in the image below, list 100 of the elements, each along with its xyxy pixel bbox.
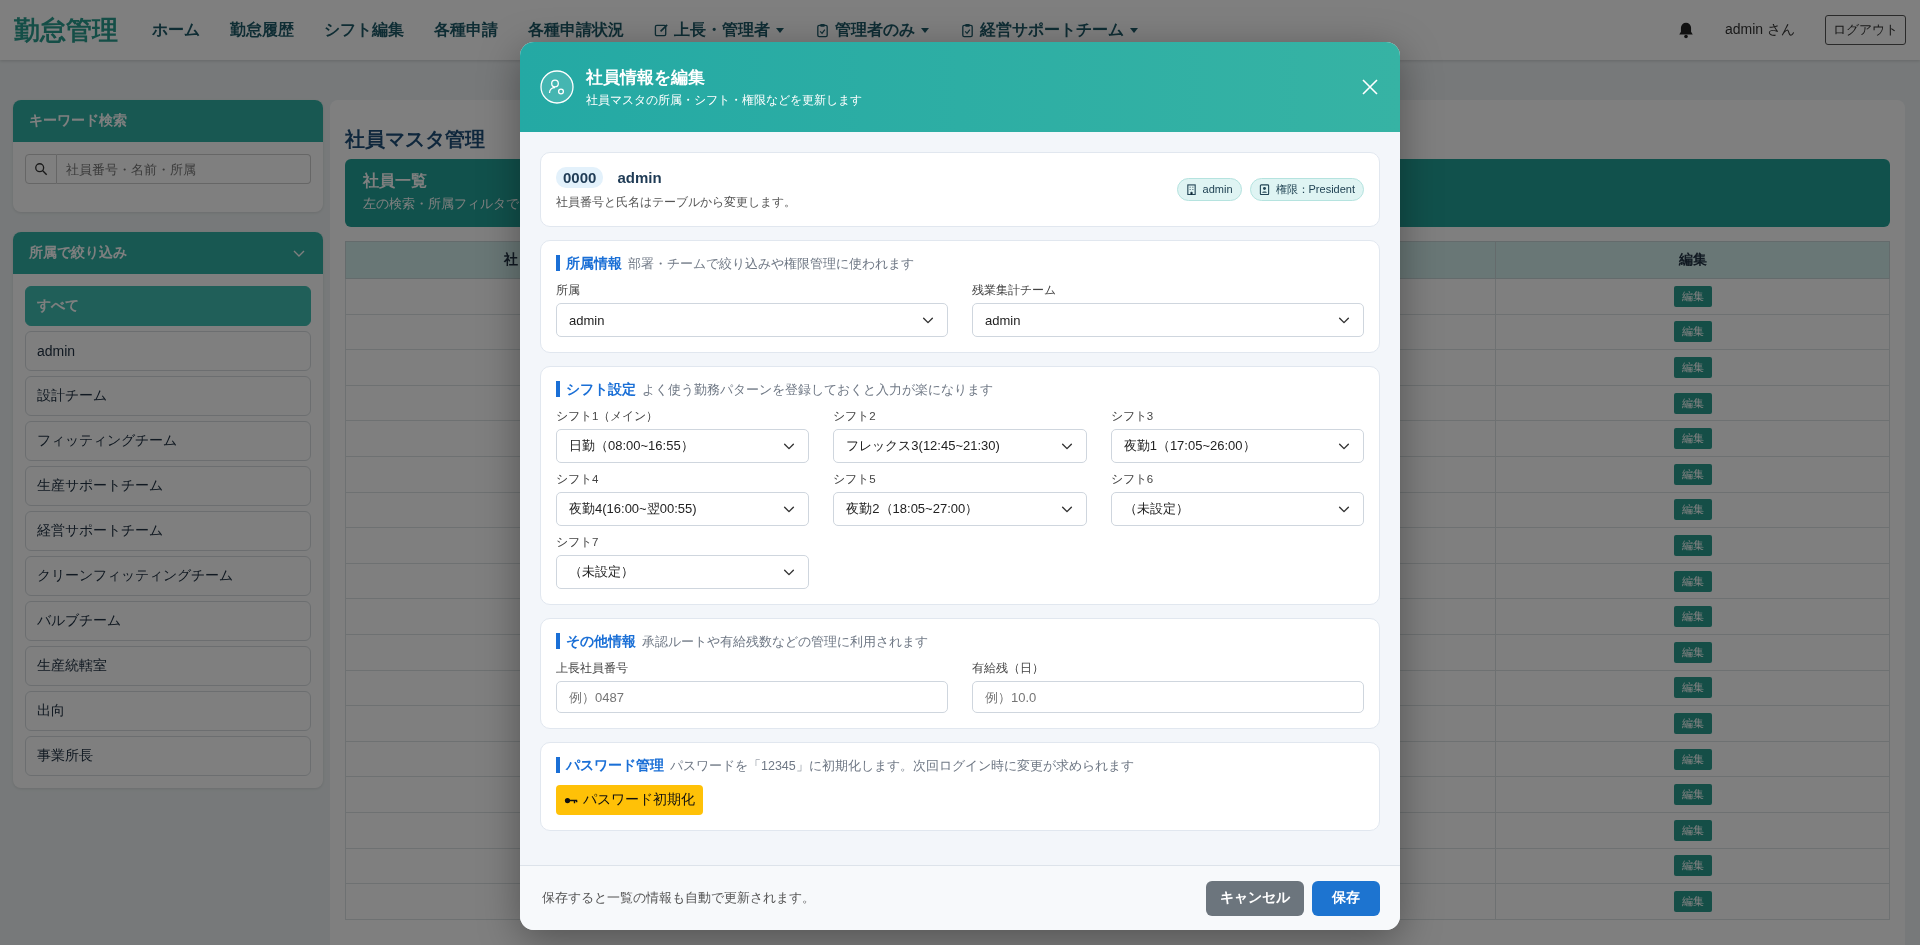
input-field[interactable]: 例）10.0	[972, 681, 1364, 713]
filter-item[interactable]: バルブチーム	[25, 601, 311, 641]
logout-button[interactable]: ログアウト	[1825, 15, 1906, 45]
filter-item[interactable]: 生産サポートチーム	[25, 466, 311, 506]
select-field[interactable]: admin	[556, 303, 948, 337]
edit-button[interactable]: 編集	[1673, 357, 1712, 378]
id-card-icon	[1258, 183, 1270, 195]
edit-button[interactable]: 編集	[1673, 392, 1712, 414]
clipboard-icon	[815, 22, 830, 38]
select-field[interactable]: 夜勤2（18:05~27:00）	[833, 492, 1087, 526]
field-label: 上長社員番号	[556, 661, 629, 676]
employee-number: 0000	[556, 167, 604, 188]
filter-item[interactable]: すべて	[25, 286, 311, 326]
nav-dropdown[interactable]: 管理者のみ	[815, 19, 930, 41]
nav-link[interactable]: ホーム	[152, 19, 200, 41]
badge-label: 権限：President	[1275, 181, 1355, 197]
nav-link[interactable]: 各種申請状況	[528, 19, 624, 41]
edit-button[interactable]: 編集	[1673, 784, 1712, 806]
user-name: admin さん	[1724, 21, 1795, 39]
nav-dropdown[interactable]: 経営サポートチーム	[960, 19, 1139, 41]
section-description: 承認ルートや有給残数などの管理に利用されます	[642, 634, 928, 651]
close-button[interactable]	[1360, 77, 1380, 97]
edit-button[interactable]: 編集	[1673, 570, 1712, 592]
select-field[interactable]: 夜勤1（17:05~26:00）	[1110, 429, 1364, 463]
nav-link[interactable]: 各種申請	[434, 19, 498, 41]
filter-item[interactable]: 生産統轄室	[25, 646, 311, 686]
edit-button[interactable]: 編集	[1673, 677, 1712, 699]
footer-note: 保存すると一覧の情報も自動で更新されます。	[542, 889, 816, 907]
reset-password-button[interactable]: パスワード初期化	[556, 785, 703, 815]
nav-link[interactable]: シフト編集	[324, 19, 404, 41]
field-label: シフト1（メイン）	[556, 409, 660, 424]
section-title: その他情報	[556, 633, 636, 649]
field-label: 有給残（日）	[972, 661, 1045, 676]
select-field[interactable]: フレックス3(12:45~21:30)	[833, 429, 1087, 463]
section-description: よく使う勤務パターンを登録しておくと入力が楽になります	[642, 382, 993, 399]
search-icon	[25, 154, 57, 184]
edit-button[interactable]: 編集	[1673, 819, 1712, 841]
edit-button[interactable]: 編集	[1673, 606, 1712, 628]
select-field[interactable]: admin	[972, 303, 1364, 337]
edit-button[interactable]: 編集	[1673, 641, 1712, 663]
section-title: 所属情報	[556, 255, 622, 271]
clipboard-icon	[960, 22, 975, 38]
banner-title: 社員一覧	[363, 171, 427, 191]
select-field[interactable]: 夜勤4(16:00~翌00:55)	[556, 492, 810, 526]
edit-button[interactable]: 編集	[1673, 428, 1712, 450]
edit-button[interactable]: 編集	[1673, 890, 1712, 912]
edit-button[interactable]: 編集	[1673, 855, 1712, 877]
bell-icon[interactable]	[1676, 21, 1695, 39]
edit-button[interactable]: 編集	[1673, 321, 1712, 343]
edit-button[interactable]: 編集	[1673, 534, 1712, 556]
filter-item[interactable]: フィッティングチーム	[25, 421, 311, 461]
modal-subtitle: 社員マスタの所属・シフト・権限などを更新します	[586, 93, 863, 108]
filter-item[interactable]: 経営サポートチーム	[25, 511, 311, 551]
app-logo[interactable]: 勤怠管理	[14, 12, 118, 48]
filter-item[interactable]: 設計チーム	[25, 376, 311, 416]
field-label: 残業集計チーム	[972, 283, 1057, 298]
panel-header: キーワード検索	[13, 100, 323, 142]
save-button[interactable]: 保存	[1312, 880, 1380, 916]
key-icon	[564, 795, 578, 805]
field-label: シフト2	[833, 409, 877, 424]
caret-icon	[1129, 25, 1139, 35]
edit-button[interactable]: 編集	[1673, 499, 1712, 521]
panel-header[interactable]: 所属で絞り込み	[13, 232, 323, 274]
edit-button[interactable]: 編集	[1673, 712, 1712, 734]
cancel-button[interactable]: キャンセル	[1206, 880, 1304, 916]
section-description: パスワードを「12345」に初期化します。次回ログイン時に変更が求められます	[670, 758, 1134, 775]
page-title: 社員マスタ管理	[345, 127, 486, 152]
section-title: パスワード管理	[556, 757, 664, 773]
filter-item[interactable]: 事業所長	[25, 736, 311, 776]
search-field[interactable]: 社員番号・名前・所属	[57, 154, 311, 184]
edit-button[interactable]: 編集	[1673, 748, 1712, 770]
input-field[interactable]: 例）0487	[556, 681, 948, 713]
nav-dropdown[interactable]: 上長・管理者	[654, 19, 785, 41]
select-field[interactable]: 日勤（08:00~16:55）	[556, 429, 810, 463]
nav-link[interactable]: 勤怠履歴	[230, 19, 294, 41]
edit-button[interactable]: 編集	[1673, 463, 1712, 485]
filter-item[interactable]: 出向	[25, 691, 311, 731]
banner-subtitle: 左の検索・所属フィルタで	[363, 195, 519, 213]
modal-title: 社員情報を編集	[586, 67, 706, 89]
field-label: シフト3	[1110, 409, 1155, 424]
select-field[interactable]: （未設定）	[556, 555, 810, 589]
employee-note: 社員番号と氏名はテーブルから変更します。	[556, 194, 797, 211]
field-label: シフト6	[1110, 472, 1155, 487]
building-icon	[1185, 183, 1197, 195]
field-label: シフト7	[556, 535, 600, 550]
section-title: シフト設定	[556, 381, 636, 397]
employee-name: admin	[617, 169, 662, 186]
user-gear-icon	[540, 70, 574, 104]
edit-button[interactable]: 編集	[1673, 285, 1712, 307]
badge-label: admin	[1202, 183, 1233, 195]
field-label: シフト5	[833, 472, 877, 487]
edit-icon	[654, 22, 669, 38]
column-header: 編集	[1495, 241, 1890, 279]
select-field[interactable]: （未設定）	[1110, 492, 1364, 526]
filter-item[interactable]: admin	[25, 331, 311, 371]
filter-item[interactable]: クリーンフィッティングチーム	[25, 556, 311, 596]
caret-icon	[920, 25, 930, 35]
caret-icon	[775, 25, 785, 35]
panel-title: 所属で絞り込み	[29, 244, 127, 262]
field-label: 所属	[556, 283, 581, 298]
